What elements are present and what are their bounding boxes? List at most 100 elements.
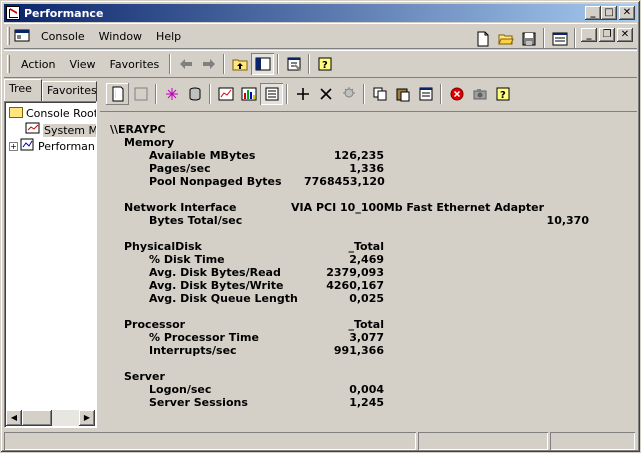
performance-app-icon: [6, 6, 20, 20]
highlight-button[interactable]: [337, 83, 360, 105]
delete-x-icon: [319, 88, 332, 100]
graph-icon: [218, 87, 233, 101]
toolbar-separator: [308, 54, 311, 74]
console-toolbar: _ ❐ ✕: [471, 28, 633, 50]
status-panel-secondary: [418, 432, 548, 450]
tree-item-performance-logs[interactable]: + Performan: [9, 138, 95, 154]
tree-pane-icon: [255, 57, 271, 71]
console-window-button[interactable]: [548, 28, 571, 50]
folder-icon: [9, 107, 23, 118]
console-tree[interactable]: Console Root System M + Performan ◀ ▶: [4, 101, 97, 428]
copy-properties-button[interactable]: [368, 83, 391, 105]
help-button[interactable]: ?: [313, 53, 336, 75]
forward-arrow-icon: [202, 59, 215, 69]
window-list-icon: [552, 32, 567, 46]
toolbar-separator: [169, 54, 172, 74]
freeze-display-button[interactable]: [445, 83, 468, 105]
tree-item-label: Console Root: [26, 107, 97, 120]
tree-item-label: Performan: [38, 140, 95, 153]
tree-item-label: System M: [43, 124, 96, 137]
add-counter-button[interactable]: [291, 83, 314, 105]
mdi-close-button[interactable]: ✕: [617, 28, 633, 42]
counter-name: Pages/sec: [149, 162, 211, 175]
close-button[interactable]: ✕: [619, 6, 635, 20]
counter-value: 1,245: [349, 396, 384, 409]
monitor-help-button[interactable]: ?: [491, 83, 514, 105]
menu-help[interactable]: Help: [149, 30, 188, 43]
right-pane: ? \\ERAYPC Memory Available MBytes 126,2…: [100, 79, 637, 428]
status-panel-tertiary: [550, 432, 635, 450]
counter-value: 126,235: [333, 149, 384, 162]
toolbar-separator: [543, 28, 545, 48]
menu-favorites[interactable]: Favorites: [103, 58, 167, 71]
counter-name: Interrupts/sec: [149, 344, 237, 357]
clear-display-icon: [134, 87, 147, 101]
menu-view[interactable]: View: [62, 58, 102, 71]
forward-button[interactable]: [197, 53, 220, 75]
action-bar: Action View Favorites ?: [4, 50, 637, 78]
mdi-minimize-button[interactable]: _: [581, 28, 597, 42]
scroll-left-button[interactable]: ◀: [6, 410, 22, 426]
view-report-button[interactable]: [260, 83, 283, 105]
tree-item-console-root[interactable]: Console Root: [9, 106, 97, 122]
menu-console[interactable]: Console: [34, 30, 92, 43]
clear-display-button[interactable]: [129, 83, 152, 105]
back-button[interactable]: [174, 53, 197, 75]
tab-tree[interactable]: Tree: [4, 79, 42, 101]
console-menu-bar: Console Window Help _ ❐ ✕: [4, 23, 637, 49]
object-name: Memory: [124, 136, 175, 149]
svg-text:?: ?: [500, 90, 506, 101]
properties-button[interactable]: [282, 53, 305, 75]
save-console-button[interactable]: [517, 28, 540, 50]
scroll-right-button[interactable]: ▶: [79, 410, 95, 426]
view-current-activity-button[interactable]: [160, 83, 183, 105]
tree-horizontal-scrollbar[interactable]: ◀ ▶: [6, 410, 95, 426]
delete-counter-button[interactable]: [314, 83, 337, 105]
tree-item-system-monitor[interactable]: System M: [25, 122, 96, 138]
counter-value: 2,469: [349, 253, 384, 266]
performance-window: Performance _ □ ✕ Console Window Help _ …: [0, 0, 641, 453]
counter-name: Avg. Disk Bytes/Write: [149, 279, 284, 292]
minimize-button[interactable]: _: [585, 6, 601, 20]
counter-value: 3,077: [349, 331, 384, 344]
title-bar[interactable]: Performance _ □ ✕: [4, 4, 637, 22]
counter-name: Pool Nonpaged Bytes: [149, 175, 282, 188]
counter-name: Logon/sec: [149, 383, 212, 396]
toolbar-separator: [277, 54, 280, 74]
tab-favorites[interactable]: Favorites: [42, 81, 97, 101]
new-counter-set-button[interactable]: [106, 83, 129, 105]
mdi-restore-button[interactable]: ❐: [599, 28, 615, 42]
toolbar-grip[interactable]: [7, 55, 10, 73]
instance-name: _Total: [348, 318, 384, 331]
paste-counter-list-button[interactable]: [391, 83, 414, 105]
scroll-thumb[interactable]: [22, 410, 52, 426]
report-view: \\ERAYPC Memory Available MBytes 126,235…: [100, 111, 637, 428]
counter-value: 0,025: [349, 292, 384, 305]
view-graph-button[interactable]: [214, 83, 237, 105]
help-icon: ?: [496, 87, 509, 101]
left-pane-tabs: Tree Favorites: [4, 79, 97, 101]
update-data-button[interactable]: [468, 83, 491, 105]
counter-value: 10,370: [546, 214, 589, 227]
show-hide-tree-button[interactable]: [251, 53, 275, 75]
open-folder-icon: [497, 34, 514, 45]
monitor-properties-button[interactable]: [414, 83, 437, 105]
counter-name: Avg. Disk Bytes/Read: [149, 266, 281, 279]
counter-value: 1,336: [349, 162, 384, 175]
counter-value: 4260,167: [326, 279, 384, 292]
counter-value: 0,004: [349, 383, 384, 396]
maximize-button[interactable]: □: [601, 6, 617, 20]
view-histogram-button[interactable]: [237, 83, 260, 105]
expand-plus-icon[interactable]: +: [9, 142, 18, 151]
view-log-data-button[interactable]: [183, 83, 206, 105]
toolbar-grip[interactable]: [7, 27, 10, 45]
window-title: Performance: [24, 6, 104, 20]
folder-up-icon: [232, 59, 248, 71]
up-one-level-button[interactable]: [228, 53, 251, 75]
menu-action[interactable]: Action: [14, 58, 62, 71]
object-name: Network Interface: [124, 201, 237, 214]
menu-window[interactable]: Window: [92, 30, 149, 43]
new-console-button[interactable]: [471, 28, 494, 50]
open-console-button[interactable]: [494, 28, 517, 50]
toolbar-separator: [286, 84, 288, 104]
